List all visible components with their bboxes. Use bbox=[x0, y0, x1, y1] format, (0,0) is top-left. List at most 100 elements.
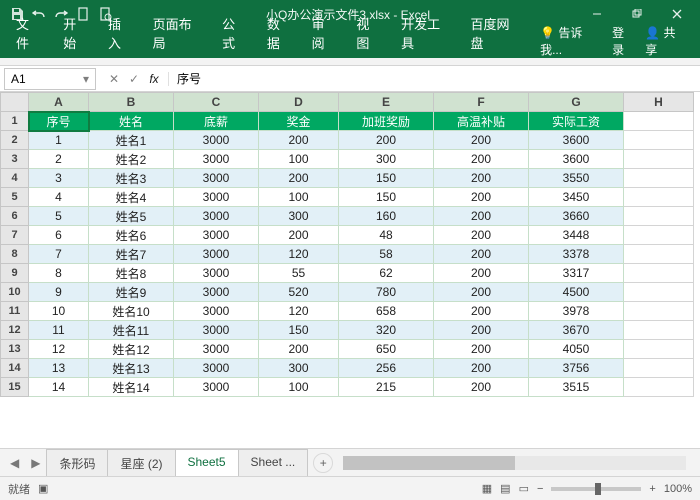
sheet-tab-3[interactable]: Sheet ... bbox=[238, 449, 309, 477]
cell-6-F[interactable]: 200 bbox=[434, 207, 529, 226]
cell-11-G[interactable]: 3978 bbox=[529, 302, 624, 321]
new-icon[interactable] bbox=[74, 5, 92, 23]
cell-5-G[interactable]: 3450 bbox=[529, 188, 624, 207]
cell-1-D[interactable]: 奖金 bbox=[259, 112, 339, 131]
cell-5-B[interactable]: 姓名4 bbox=[89, 188, 174, 207]
cell-14-G[interactable]: 3756 bbox=[529, 359, 624, 378]
cell-1-C[interactable]: 底薪 bbox=[174, 112, 259, 131]
cell-3-B[interactable]: 姓名2 bbox=[89, 150, 174, 169]
cell-11-D[interactable]: 120 bbox=[259, 302, 339, 321]
cell-5-C[interactable]: 3000 bbox=[174, 188, 259, 207]
zoom-level[interactable]: 100% bbox=[664, 483, 692, 495]
cell-15-A[interactable]: 14 bbox=[29, 378, 89, 397]
cell-10-E[interactable]: 780 bbox=[339, 283, 434, 302]
cell-13-E[interactable]: 650 bbox=[339, 340, 434, 359]
cell-6-A[interactable]: 5 bbox=[29, 207, 89, 226]
restore-button[interactable] bbox=[618, 2, 656, 26]
cell-10-G[interactable]: 4500 bbox=[529, 283, 624, 302]
cell-10-F[interactable]: 200 bbox=[434, 283, 529, 302]
row-header-8[interactable]: 8 bbox=[1, 245, 29, 264]
cell-8-E[interactable]: 58 bbox=[339, 245, 434, 264]
cell-4-B[interactable]: 姓名3 bbox=[89, 169, 174, 188]
row-header-9[interactable]: 9 bbox=[1, 264, 29, 283]
row-header-1[interactable]: 1 bbox=[1, 112, 29, 131]
cell-12-C[interactable]: 3000 bbox=[174, 321, 259, 340]
cell-9-F[interactable]: 200 bbox=[434, 264, 529, 283]
cell-8-B[interactable]: 姓名7 bbox=[89, 245, 174, 264]
cell-15-E[interactable]: 215 bbox=[339, 378, 434, 397]
cell-13-F[interactable]: 200 bbox=[434, 340, 529, 359]
cell-9-D[interactable]: 55 bbox=[259, 264, 339, 283]
view-normal-icon[interactable]: ▦ bbox=[482, 482, 492, 495]
cell-15-C[interactable]: 3000 bbox=[174, 378, 259, 397]
macro-record-icon[interactable]: ▣ bbox=[38, 482, 48, 495]
zoom-in-icon[interactable]: + bbox=[649, 483, 655, 495]
cell-8-D[interactable]: 120 bbox=[259, 245, 339, 264]
cell-2-F[interactable]: 200 bbox=[434, 131, 529, 150]
horizontal-scrollbar[interactable] bbox=[343, 456, 686, 470]
redo-icon[interactable] bbox=[52, 5, 70, 23]
row-header-7[interactable]: 7 bbox=[1, 226, 29, 245]
cell-5-E[interactable]: 150 bbox=[339, 188, 434, 207]
cell-10-D[interactable]: 520 bbox=[259, 283, 339, 302]
sheet-tab-0[interactable]: 条形码 bbox=[46, 449, 108, 477]
save-icon[interactable] bbox=[8, 5, 26, 23]
login-button[interactable]: 登录 bbox=[612, 24, 635, 58]
cell-1-B[interactable]: 姓名 bbox=[89, 112, 174, 131]
cell-12-G[interactable]: 3670 bbox=[529, 321, 624, 340]
col-header-H[interactable]: H bbox=[624, 93, 694, 112]
cell-12-E[interactable]: 320 bbox=[339, 321, 434, 340]
formula-input[interactable]: 序号 bbox=[169, 70, 700, 87]
cell-2-G[interactable]: 3600 bbox=[529, 131, 624, 150]
col-header-F[interactable]: F bbox=[434, 93, 529, 112]
cell-2-E[interactable]: 200 bbox=[339, 131, 434, 150]
col-header-A[interactable]: A bbox=[29, 93, 89, 112]
cell-12-B[interactable]: 姓名11 bbox=[89, 321, 174, 340]
cell-4-G[interactable]: 3550 bbox=[529, 169, 624, 188]
row-header-11[interactable]: 11 bbox=[1, 302, 29, 321]
col-header-D[interactable]: D bbox=[259, 93, 339, 112]
tab-nav-prev-icon[interactable]: ◀ bbox=[4, 456, 25, 470]
tab-nav-next-icon[interactable]: ▶ bbox=[25, 456, 46, 470]
fx-icon[interactable]: fx bbox=[146, 72, 162, 86]
cell-15-G[interactable]: 3515 bbox=[529, 378, 624, 397]
cell-5-F[interactable]: 200 bbox=[434, 188, 529, 207]
cell-12-A[interactable]: 11 bbox=[29, 321, 89, 340]
cell-7-E[interactable]: 48 bbox=[339, 226, 434, 245]
cell-15-B[interactable]: 姓名14 bbox=[89, 378, 174, 397]
cell-7-D[interactable]: 200 bbox=[259, 226, 339, 245]
cell-3-G[interactable]: 3600 bbox=[529, 150, 624, 169]
cell-13-A[interactable]: 12 bbox=[29, 340, 89, 359]
row-header-10[interactable]: 10 bbox=[1, 283, 29, 302]
cell-11-B[interactable]: 姓名10 bbox=[89, 302, 174, 321]
cell-7-A[interactable]: 6 bbox=[29, 226, 89, 245]
add-sheet-button[interactable]: + bbox=[313, 453, 333, 473]
col-header-C[interactable]: C bbox=[174, 93, 259, 112]
cell-8-F[interactable]: 200 bbox=[434, 245, 529, 264]
cell-6-G[interactable]: 3660 bbox=[529, 207, 624, 226]
cell-3-F[interactable]: 200 bbox=[434, 150, 529, 169]
row-header-14[interactable]: 14 bbox=[1, 359, 29, 378]
cell-13-B[interactable]: 姓名12 bbox=[89, 340, 174, 359]
cell-1-A[interactable]: 序号 bbox=[29, 112, 89, 131]
cell-10-C[interactable]: 3000 bbox=[174, 283, 259, 302]
row-header-12[interactable]: 12 bbox=[1, 321, 29, 340]
cell-10-B[interactable]: 姓名9 bbox=[89, 283, 174, 302]
cell-14-A[interactable]: 13 bbox=[29, 359, 89, 378]
cell-6-C[interactable]: 3000 bbox=[174, 207, 259, 226]
cell-7-B[interactable]: 姓名6 bbox=[89, 226, 174, 245]
cell-4-E[interactable]: 150 bbox=[339, 169, 434, 188]
row-header-3[interactable]: 3 bbox=[1, 150, 29, 169]
cell-1-E[interactable]: 加班奖励 bbox=[339, 112, 434, 131]
cell-3-A[interactable]: 2 bbox=[29, 150, 89, 169]
cell-11-E[interactable]: 658 bbox=[339, 302, 434, 321]
cell-3-E[interactable]: 300 bbox=[339, 150, 434, 169]
cell-13-G[interactable]: 4050 bbox=[529, 340, 624, 359]
cell-15-F[interactable]: 200 bbox=[434, 378, 529, 397]
cell-6-E[interactable]: 160 bbox=[339, 207, 434, 226]
cell-11-F[interactable]: 200 bbox=[434, 302, 529, 321]
cell-4-A[interactable]: 3 bbox=[29, 169, 89, 188]
cell-2-A[interactable]: 1 bbox=[29, 131, 89, 150]
cell-9-E[interactable]: 62 bbox=[339, 264, 434, 283]
row-header-4[interactable]: 4 bbox=[1, 169, 29, 188]
